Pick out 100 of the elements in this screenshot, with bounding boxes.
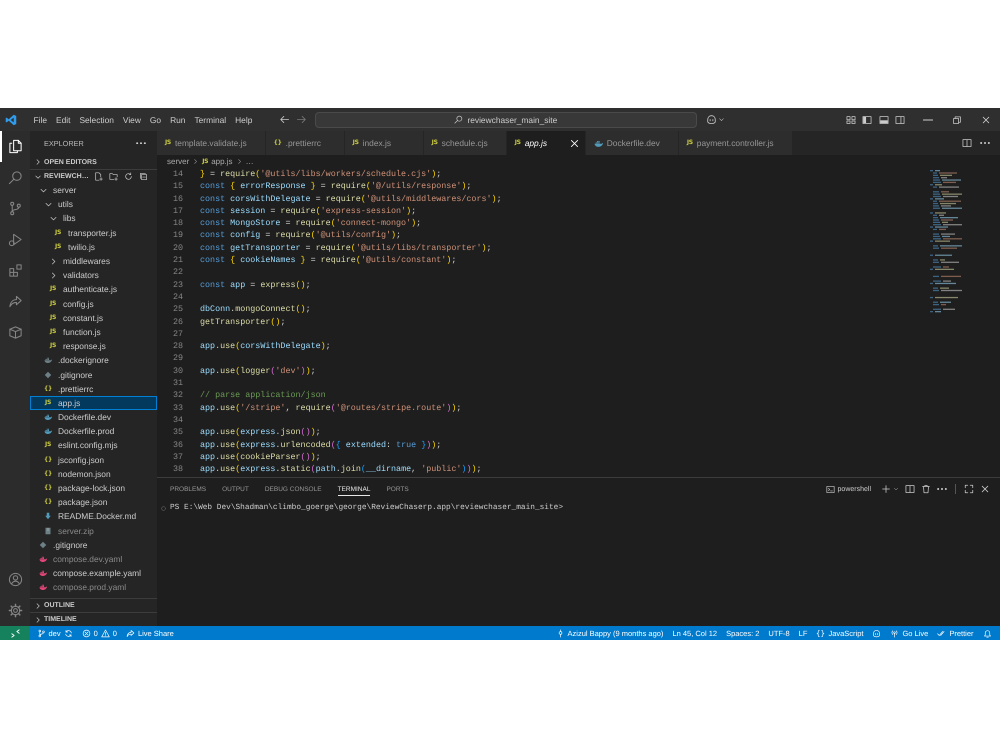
code-line: app.use(express.urlencoded({ extended: true }));	[200, 440, 442, 450]
line-number: 20	[172, 242, 183, 254]
line-number: 17	[172, 204, 183, 218]
arrow-left-icon[interactable]	[278, 114, 290, 125]
whale-icon	[44, 356, 52, 364]
code-line: const config = require('@utils/config');	[200, 230, 402, 240]
tree-item[interactable]: .gitignore	[30, 538, 157, 552]
menu-item[interactable]: Run	[166, 112, 190, 126]
line-number: 27	[172, 328, 183, 340]
bell-icon[interactable]	[982, 628, 992, 638]
tree-item[interactable]: libs	[30, 211, 157, 226]
refresh-icon[interactable]	[124, 172, 133, 181]
arrow-down-icon	[44, 512, 52, 520]
trash-icon[interactable]	[921, 484, 931, 494]
new-folder-icon[interactable]	[109, 172, 118, 181]
tree-item[interactable]: middlewares	[30, 254, 157, 268]
caret-icon[interactable]	[718, 116, 725, 123]
share-arrow-icon	[8, 294, 22, 309]
code-line: app.use(cookieParser());	[200, 452, 321, 462]
menu-item[interactable]: Help	[230, 112, 257, 126]
code-line: const { errorResponse } = require('@/utils/response');	[200, 181, 472, 192]
sync-icon	[64, 628, 73, 638]
line-number: 14	[172, 168, 183, 180]
double-check-icon	[937, 628, 946, 638]
remote-button[interactable]	[0, 626, 30, 640]
menu-item[interactable]: File	[29, 112, 52, 126]
whale-icon	[39, 583, 47, 592]
menu-item[interactable]: Selection	[74, 112, 118, 126]
tree-item[interactable]: compose.example.yaml	[30, 566, 157, 580]
whale-icon	[39, 554, 47, 563]
arrow-right-icon[interactable]	[296, 114, 307, 125]
collapse-all-icon[interactable]	[139, 172, 148, 181]
tree-item[interactable]: .gitignore	[30, 367, 157, 382]
split-editor-icon[interactable]	[962, 138, 972, 148]
broadcast-icon	[890, 628, 900, 638]
more-icon[interactable]	[136, 142, 146, 144]
command-center[interactable]: reviewchaser_main_site	[314, 112, 697, 128]
tree-item[interactable]: utils	[30, 197, 157, 212]
cube-icon	[8, 325, 22, 340]
tree-item[interactable]: README.Docker.md	[30, 509, 157, 524]
line-number: 38	[172, 463, 183, 476]
diamond-icon	[39, 540, 47, 549]
breadcrumb-item[interactable]: …	[246, 157, 254, 166]
close-icon[interactable]	[980, 114, 990, 124]
whale-icon	[594, 138, 603, 148]
menu-item[interactable]: View	[118, 112, 146, 126]
code-line: const session = require('express-session');	[200, 206, 416, 216]
close-icon[interactable]	[980, 484, 990, 494]
secondary-sidebar-icon[interactable]	[895, 114, 905, 124]
sidebar-toggle-icon[interactable]	[862, 114, 872, 124]
account-icon[interactable]	[8, 572, 22, 587]
menu-item[interactable]: Go	[145, 112, 166, 126]
code-line: app.use(logger('dev'));	[200, 366, 316, 376]
whale-icon	[39, 569, 47, 578]
share-arrow-icon	[126, 628, 135, 638]
panel-toggle-icon[interactable]	[878, 114, 888, 124]
code-line: dbConn.mongoConnect();	[200, 304, 311, 314]
line-number: 19	[172, 229, 183, 242]
breadcrumb-item[interactable]: server	[167, 157, 190, 166]
split-terminal-icon[interactable]	[905, 484, 915, 494]
menu-item[interactable]: Edit	[52, 112, 75, 126]
code-line: const { cookieNames } = require('@utils/constant');	[200, 255, 456, 266]
menu-item[interactable]: Terminal	[190, 112, 231, 126]
line-number: 37	[172, 450, 183, 464]
line-number: 32	[172, 389, 183, 402]
tree-item[interactable]: compose.dev.yaml	[30, 552, 157, 566]
line-number: 21	[172, 254, 183, 266]
tree-item[interactable]: validators	[30, 268, 157, 282]
circle-icon	[161, 506, 166, 510]
line-number: 26	[172, 316, 183, 328]
line-number: 15	[172, 180, 183, 193]
tree-item[interactable]: server	[30, 183, 157, 198]
tree-item[interactable]: .dockerignore	[30, 353, 157, 368]
code-line: const getTransporter = require('@utils/libs/transporter');	[200, 242, 492, 253]
layout-icon[interactable]	[846, 114, 856, 124]
whale-icon	[44, 413, 52, 422]
line-number: 29	[172, 352, 183, 365]
new-file-icon[interactable]	[94, 172, 103, 181]
code-line: const app = express();	[200, 280, 311, 290]
code-line: getTransporter();	[200, 316, 286, 327]
editor-tab[interactable]: Dockerfile.dev	[586, 131, 679, 155]
close-icon[interactable]	[568, 138, 580, 148]
restore-icon[interactable]	[952, 114, 962, 124]
archive-icon	[44, 526, 52, 535]
chevron-right-icon	[236, 158, 243, 165]
line-number: 36	[172, 438, 183, 451]
maximize-icon[interactable]	[964, 484, 974, 494]
chevron-right-icon	[192, 158, 200, 165]
tree-item[interactable]: server.zip	[30, 524, 157, 538]
tree-item[interactable]: Dockerfile.prod	[30, 424, 157, 438]
settings-icon[interactable]	[8, 603, 22, 618]
tree-item[interactable]: Dockerfile.dev	[30, 410, 157, 424]
extensions-icon	[8, 263, 22, 278]
plus-icon[interactable]	[881, 484, 891, 494]
terminal-icon	[826, 484, 835, 494]
bot-icon[interactable]	[706, 114, 717, 125]
caret-icon[interactable]	[893, 486, 899, 492]
remote-icon	[10, 628, 20, 638]
braces-icon	[816, 628, 826, 638]
tree-item[interactable]: compose.prod.yaml	[30, 580, 157, 594]
